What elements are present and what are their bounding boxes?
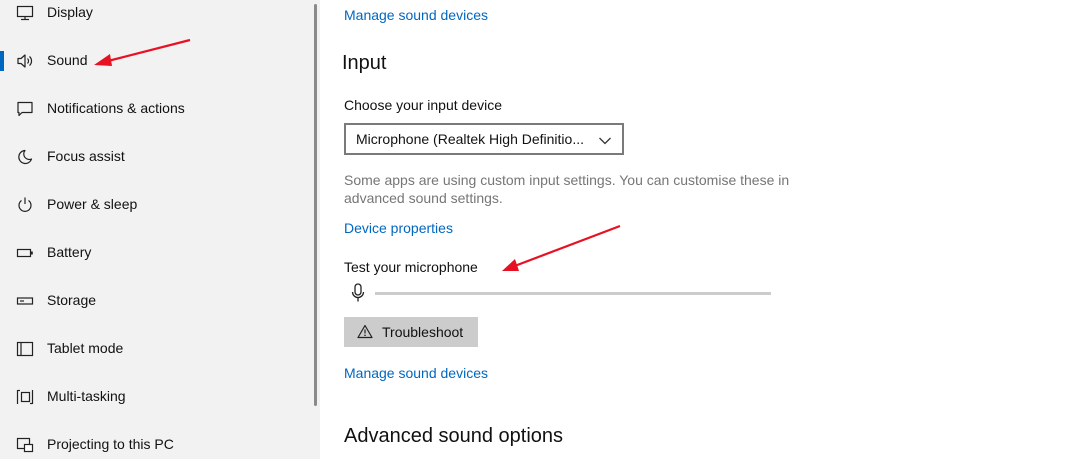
sidebar-item-label: Display	[47, 4, 93, 20]
sidebar-item-battery[interactable]: Battery	[0, 233, 312, 273]
sidebar-item-storage[interactable]: Storage	[0, 281, 312, 321]
sidebar-item-label: Projecting to this PC	[47, 436, 174, 452]
test-microphone-label: Test your microphone	[344, 259, 478, 275]
sidebar-scrollbar[interactable]	[314, 4, 317, 406]
sound-settings-panel: Manage sound devices Input Choose your i…	[320, 0, 1065, 459]
speaker-icon	[16, 53, 34, 69]
sidebar-item-notifications[interactable]: Notifications & actions	[0, 89, 312, 129]
input-heading: Input	[342, 52, 387, 74]
active-indicator	[0, 51, 4, 71]
choose-input-label: Choose your input device	[344, 97, 502, 113]
projector-icon	[16, 437, 34, 453]
sidebar: Display Sound Notifications & actions Fo…	[0, 0, 320, 459]
battery-icon	[16, 245, 34, 261]
custom-input-description: Some apps are using custom input setting…	[344, 172, 790, 206]
multitasking-icon	[16, 389, 34, 405]
sidebar-item-label: Power & sleep	[47, 196, 138, 212]
microphone-icon	[351, 283, 365, 308]
sidebar-item-power-sleep[interactable]: Power & sleep	[0, 185, 312, 225]
sidebar-item-display[interactable]: Display	[0, 0, 312, 33]
storage-icon	[16, 293, 34, 309]
display-icon	[16, 5, 34, 21]
sidebar-item-label: Battery	[47, 244, 92, 260]
sidebar-item-projecting[interactable]: Projecting to this PC	[0, 425, 312, 459]
sidebar-item-focus-assist[interactable]: Focus assist	[0, 137, 312, 177]
notification-icon	[16, 101, 34, 117]
sidebar-item-label: Notifications & actions	[47, 100, 185, 116]
sidebar-item-tablet-mode[interactable]: Tablet mode	[0, 329, 312, 369]
troubleshoot-label: Troubleshoot	[382, 324, 464, 340]
manage-sound-devices-link-top[interactable]: Manage sound devices	[344, 7, 488, 23]
input-device-dropdown[interactable]: Microphone (Realtek High Definitio...	[344, 123, 624, 155]
sidebar-item-label: Storage	[47, 292, 97, 308]
chevron-down-icon	[598, 133, 612, 151]
sidebar-item-label: Multi-tasking	[47, 388, 126, 404]
device-properties-link[interactable]: Device properties	[344, 220, 453, 236]
sidebar-item-label: Sound	[47, 52, 88, 68]
tablet-icon	[16, 341, 34, 357]
troubleshoot-button[interactable]: Troubleshoot	[344, 317, 478, 347]
settings-window: Display Sound Notifications & actions Fo…	[0, 0, 1065, 459]
sidebar-item-multitasking[interactable]: Multi-tasking	[0, 377, 312, 417]
advanced-sound-options-heading: Advanced sound options	[344, 425, 564, 447]
power-icon	[16, 197, 34, 213]
sidebar-item-sound[interactable]: Sound	[0, 41, 312, 81]
microphone-level-meter	[375, 292, 771, 295]
moon-icon	[16, 149, 34, 165]
sidebar-item-label: Focus assist	[47, 148, 125, 164]
warning-icon	[357, 324, 373, 344]
selected-device-value: Microphone (Realtek High Definitio...	[356, 131, 584, 147]
sidebar-item-label: Tablet mode	[47, 340, 124, 356]
manage-sound-devices-link[interactable]: Manage sound devices	[344, 365, 488, 381]
